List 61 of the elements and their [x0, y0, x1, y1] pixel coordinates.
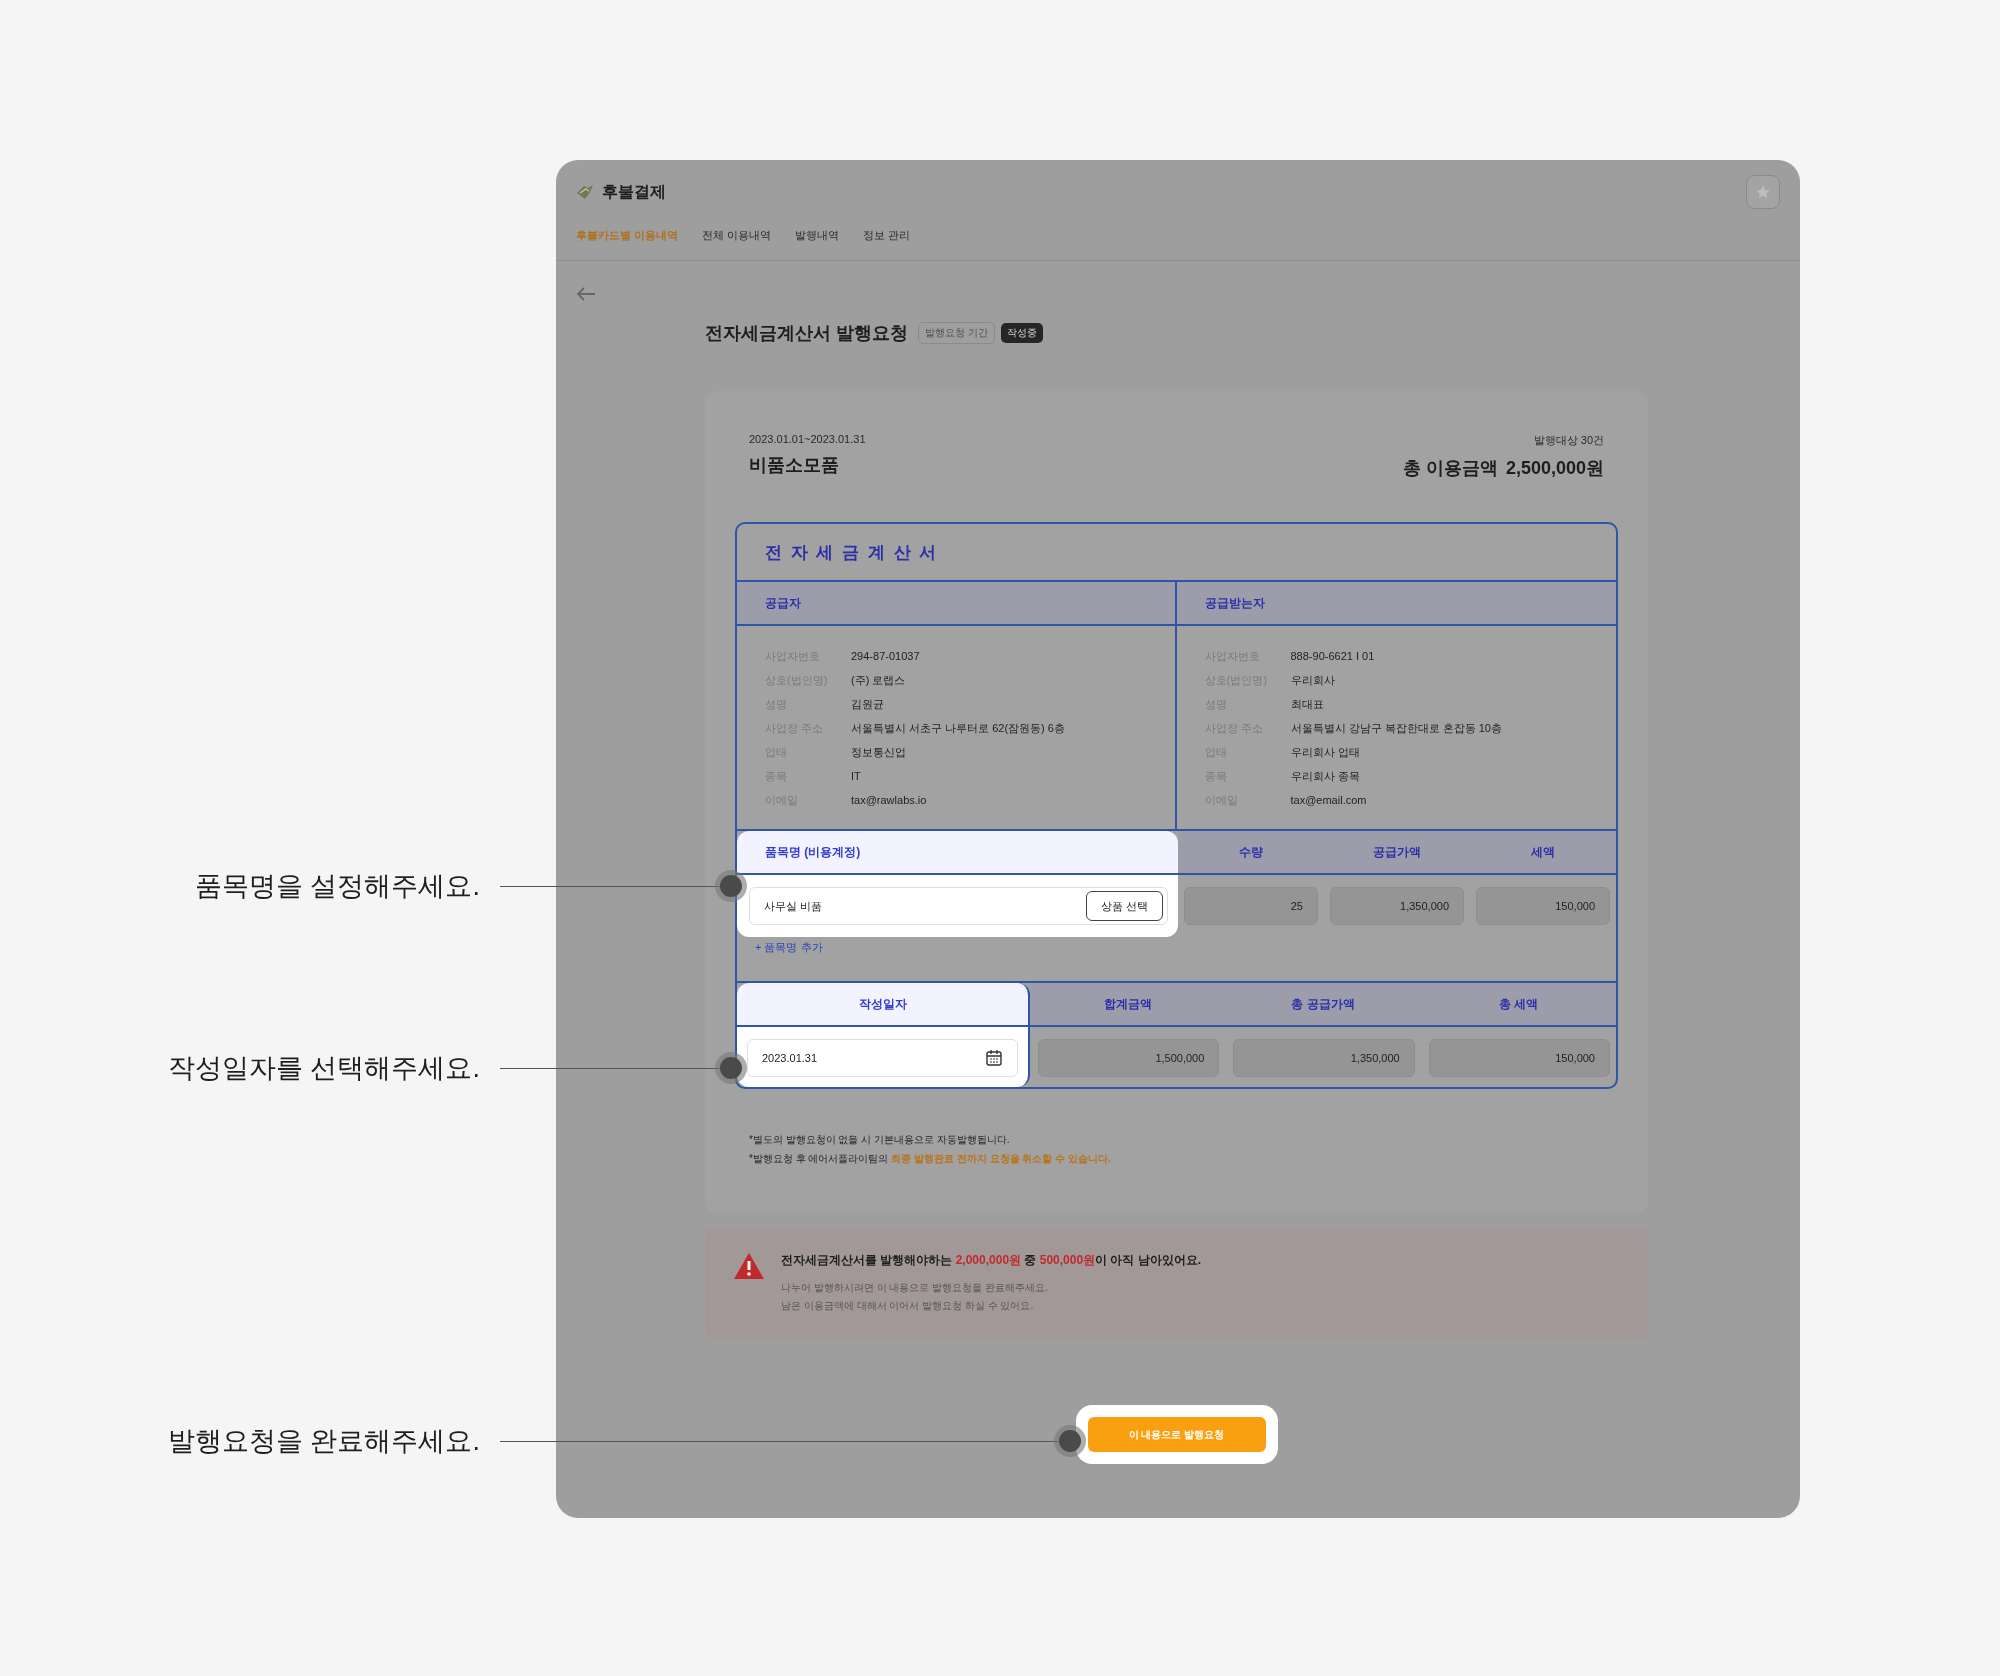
warning-icon [733, 1252, 765, 1280]
column-header: 품목명 (비용계정) [765, 843, 861, 861]
amount-field: 25 [1184, 887, 1318, 925]
field-value: tax@rawlabs.io [851, 793, 928, 808]
warning-text: 나누어 발행하시려면 이 내용으로 발행요청을 완료해주세요. [781, 1281, 1049, 1295]
field-value: (주) 로랩스 [851, 673, 907, 688]
column-header: 총 세액 [1498, 995, 1538, 1013]
tab[interactable]: 발행내역 [795, 227, 840, 243]
callout-text: 발행요청을 완료해주세요. [167, 1425, 480, 1458]
column-header: 공급가액 [1373, 843, 1421, 861]
field-value: 우리회사 업태 [1290, 745, 1361, 760]
total-field: 1,500,000 [1038, 1039, 1220, 1077]
amount-field: 150,000 [1476, 887, 1610, 925]
total-field: 150,000 [1428, 1039, 1610, 1077]
invoice-title: 전 자 세 금 계 산 서 [765, 541, 939, 564]
field-value: 정보통신업 [851, 745, 907, 760]
page-title: 전자세금계산서 발행요청 [705, 322, 908, 345]
select-product-button[interactable]: 상품 선택 [1085, 891, 1163, 921]
status-badge: 작성중 [1000, 323, 1043, 343]
category-name: 비품소모품 [749, 454, 839, 477]
note-text: *별도의 발행요청이 없을 시 기본내용으로 자동발행됩니다. [749, 1133, 1011, 1147]
item-name-field[interactable]: 사무실 비품 상품 선택 [749, 887, 1168, 925]
column-header: 총 공급가액 [1291, 995, 1355, 1013]
column-header: 세액 [1531, 843, 1555, 861]
field-value: 서울특별시 강남구 복잡한대로 혼잡동 10층 [1290, 721, 1503, 736]
back-arrow-icon [576, 286, 596, 302]
field-value: 우리회사 종목 [1290, 769, 1361, 784]
warning-headline: 전자세금계산서를 발행해야하는 2,000,000원 중 500,000원이 아직 남아있어요. [781, 1252, 1202, 1269]
field-value: 888-90-6621 I 01 [1290, 649, 1376, 664]
total-field: 1,350,000 [1233, 1039, 1415, 1077]
status-badge: 발행요청 기간 [918, 322, 995, 344]
column-header: 합계금액 [1103, 995, 1152, 1013]
total-label: 총 이용금액 [1402, 457, 1498, 480]
add-item-link[interactable]: + 품목명 추가 [755, 940, 823, 955]
column-header: 수량 [1239, 843, 1263, 861]
calendar-icon [985, 1049, 1003, 1067]
field-value: IT [851, 769, 862, 784]
field-value: tax@email.com [1290, 793, 1368, 808]
column-header: 공급받는자 [1204, 594, 1265, 612]
callout-text: 작성일자를 선택해주세요. [167, 1052, 480, 1085]
column-header: 공급자 [765, 594, 801, 612]
field-value: 김원균 [851, 697, 885, 712]
tab[interactable]: 전체 이용내역 [702, 227, 772, 243]
note-text: *발행요청 후 에어서플라이팀의 최종 발행완료 전까지 요청을 취소할 수 있습니다. [749, 1152, 1112, 1166]
field-value: 최대표 [1290, 697, 1325, 712]
wing-icon [576, 184, 594, 200]
field-value: 294-87-01037 [851, 649, 921, 664]
tab[interactable]: 정보 관리 [863, 227, 911, 243]
app-title: 후불결제 [602, 181, 666, 202]
callout-text: 품목명을 설정해주세요. [194, 870, 480, 903]
column-header: 작성일자 [858, 995, 907, 1013]
star-button[interactable] [1746, 175, 1780, 209]
star-icon [1755, 184, 1771, 200]
field-value: 서울특별시 서초구 나루터로 62(잠원동) 6층 [851, 721, 1066, 736]
field-value: 우리회사 [1290, 673, 1336, 688]
period-text: 2023.01.01~2023.01.31 [749, 433, 866, 445]
amount-field: 1,350,000 [1330, 887, 1464, 925]
total-amount: 2,500,000원 [1505, 457, 1604, 480]
warning-text: 남은 이용금액에 대해서 이어서 발행요청 하실 수 있어요. [781, 1299, 1035, 1313]
date-field[interactable]: 2023.01.31 [747, 1039, 1018, 1077]
count-text: 발행대상 30건 [1533, 433, 1604, 448]
